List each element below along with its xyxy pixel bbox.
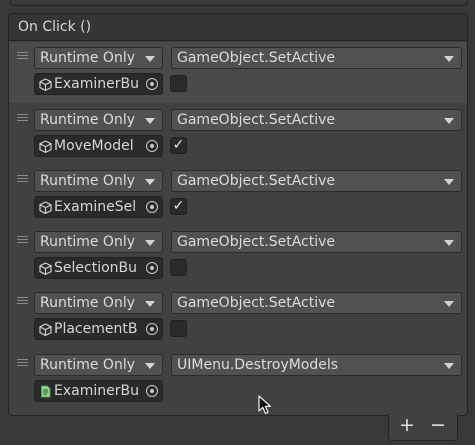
cube-icon <box>39 201 52 214</box>
target-object-name: ExamineSel <box>54 199 137 215</box>
on-click-event-panel: On Click () Runtime Only GameObject.SetA… <box>8 13 468 416</box>
target-object-field[interactable]: MoveModel <box>34 135 163 157</box>
previous-panel-edge <box>0 0 475 10</box>
drag-handle-icon[interactable] <box>17 236 28 243</box>
argument-checkbox[interactable]: ✓ <box>170 198 187 215</box>
function-label: GameObject.SetActive <box>177 173 336 189</box>
chevron-down-icon <box>444 301 454 307</box>
event-entry-0[interactable]: Runtime Only GameObject.SetActive Examin… <box>9 42 467 103</box>
target-object-name: ExaminerBu <box>54 76 139 92</box>
target-object-field[interactable]: ExamineSel <box>34 196 163 218</box>
function-dropdown[interactable]: GameObject.SetActive <box>171 47 462 69</box>
call-state-label: Runtime Only <box>40 295 135 311</box>
chevron-down-icon <box>444 56 454 62</box>
chevron-down-icon <box>145 179 155 185</box>
cube-icon <box>39 140 52 153</box>
call-state-dropdown[interactable]: Runtime Only <box>34 109 163 131</box>
target-object-field[interactable]: PlacementB <box>34 318 163 340</box>
function-dropdown[interactable]: UIMenu.DestroyModels <box>171 354 462 376</box>
argument-checkbox[interactable] <box>170 75 187 92</box>
chevron-down-icon <box>145 301 155 307</box>
chevron-down-icon <box>444 363 454 369</box>
function-dropdown[interactable]: GameObject.SetActive <box>171 231 462 253</box>
call-state-dropdown[interactable]: Runtime Only <box>34 231 163 253</box>
function-label: UIMenu.DestroyModels <box>177 357 339 373</box>
event-entry-4[interactable]: Runtime Only GameObject.SetActive Placem… <box>9 287 467 348</box>
drag-handle-icon[interactable] <box>17 297 28 304</box>
target-object-name: SelectionBu <box>54 260 137 276</box>
function-dropdown[interactable]: GameObject.SetActive <box>171 109 462 131</box>
drag-handle-icon[interactable] <box>17 359 28 366</box>
add-entry-button[interactable]: + <box>396 415 418 437</box>
object-picker-button[interactable] <box>142 197 162 217</box>
target-object-field[interactable]: ExaminerBu <box>34 380 163 402</box>
target-object-name: PlacementB <box>54 321 138 337</box>
call-state-dropdown[interactable]: Runtime Only <box>34 354 163 376</box>
event-header: On Click () <box>9 14 467 41</box>
call-state-dropdown[interactable]: Runtime Only <box>34 292 163 314</box>
drag-handle-icon[interactable] <box>17 175 28 182</box>
target-object-name: MoveModel <box>54 138 134 154</box>
mouse-pointer-icon <box>258 395 272 415</box>
chevron-down-icon <box>444 118 454 124</box>
event-entry-1[interactable]: Runtime Only GameObject.SetActive MoveMo… <box>9 104 467 165</box>
chevron-down-icon <box>444 179 454 185</box>
function-label: GameObject.SetActive <box>177 295 336 311</box>
call-state-label: Runtime Only <box>40 112 135 128</box>
target-object-field[interactable]: ExaminerBu <box>34 73 163 95</box>
target-object-field[interactable]: SelectionBu <box>34 257 163 279</box>
function-label: GameObject.SetActive <box>177 234 336 250</box>
object-picker-button[interactable] <box>142 319 162 339</box>
argument-checkbox[interactable] <box>170 320 187 337</box>
function-label: GameObject.SetActive <box>177 50 336 66</box>
chevron-down-icon <box>145 56 155 62</box>
drag-handle-icon[interactable] <box>17 52 28 59</box>
argument-checkbox[interactable] <box>170 259 187 276</box>
object-picker-button[interactable] <box>142 74 162 94</box>
function-dropdown[interactable]: GameObject.SetActive <box>171 170 462 192</box>
target-object-name: ExaminerBu <box>54 383 139 399</box>
drag-handle-icon[interactable] <box>17 114 28 121</box>
cube-icon <box>39 262 52 275</box>
event-entry-2[interactable]: Runtime Only GameObject.SetActive Examin… <box>9 165 467 226</box>
cube-icon <box>39 323 52 336</box>
chevron-down-icon <box>145 240 155 246</box>
remove-entry-button[interactable]: − <box>427 415 449 437</box>
list-footer: + − <box>388 413 458 441</box>
call-state-label: Runtime Only <box>40 357 135 373</box>
previous-panel-bottom <box>10 0 468 6</box>
object-picker-button[interactable] <box>142 136 162 156</box>
checkmark-icon: ✓ <box>172 137 185 153</box>
script-icon <box>41 385 51 398</box>
call-state-dropdown[interactable]: Runtime Only <box>34 47 163 69</box>
function-label: GameObject.SetActive <box>177 112 336 128</box>
call-state-dropdown[interactable]: Runtime Only <box>34 170 163 192</box>
event-entry-5[interactable]: Runtime Only UIMenu.DestroyModels Examin… <box>9 349 467 410</box>
cube-icon <box>39 78 52 91</box>
call-state-label: Runtime Only <box>40 173 135 189</box>
event-entry-3[interactable]: Runtime Only GameObject.SetActive Select… <box>9 226 467 287</box>
argument-checkbox[interactable]: ✓ <box>170 137 187 154</box>
chevron-down-icon <box>444 240 454 246</box>
call-state-label: Runtime Only <box>40 234 135 250</box>
call-state-label: Runtime Only <box>40 50 135 66</box>
checkmark-icon: ✓ <box>172 198 185 214</box>
chevron-down-icon <box>145 118 155 124</box>
object-picker-button[interactable] <box>142 381 162 401</box>
object-picker-button[interactable] <box>142 258 162 278</box>
chevron-down-icon <box>145 363 155 369</box>
function-dropdown[interactable]: GameObject.SetActive <box>171 292 462 314</box>
